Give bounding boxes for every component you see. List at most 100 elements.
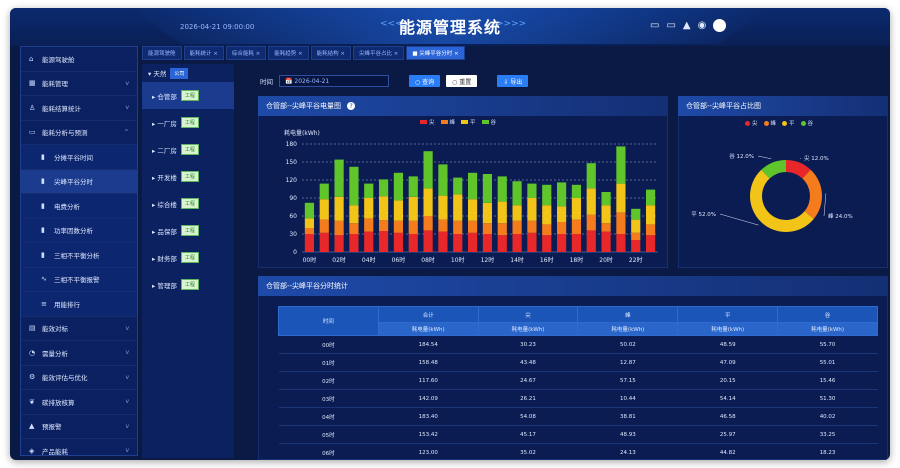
sidebar-item[interactable]: ⌂ 能源驾驶舱	[21, 47, 137, 72]
tree-node[interactable]: ▸ 开发楼 工程	[142, 163, 234, 190]
sidebar-item[interactable]: ❦ 碳排放核算 v	[21, 390, 137, 415]
tab-item[interactable]: 能源驾驶舱	[142, 46, 182, 60]
table-cell: 46.58	[677, 407, 778, 426]
table-cell: 38.81	[577, 407, 678, 426]
sidebar-item[interactable]: ▭ 能耗分析与预测 ^	[21, 121, 137, 145]
bar-segment-平	[542, 205, 552, 225]
tab-item[interactable]: 尖峰平谷占比 ×	[352, 46, 405, 60]
table-cell: 51.30	[777, 389, 878, 408]
table-cell: 48.59	[677, 335, 778, 354]
chevron-down-icon: v	[125, 398, 129, 406]
chevron-up-icon: ^	[123, 128, 129, 136]
x-tick-label: 12时	[481, 256, 495, 264]
tree-node[interactable]: ▸ 综合楼 工程	[142, 190, 234, 217]
sidebar-item[interactable]: ◈ 产品能耗 v	[21, 439, 137, 460]
avatar[interactable]	[713, 19, 727, 32]
query-button[interactable]: ○ 查询	[409, 75, 441, 87]
sidebar-item-label: 三相不平衡分析	[54, 251, 100, 260]
title-arrows-right: >>>>	[496, 19, 527, 29]
table-cell: 24.67	[478, 371, 578, 390]
sidebar-item[interactable]: ∿ 三相不平衡报警	[21, 267, 137, 292]
display-icon[interactable]: ▭	[666, 20, 675, 31]
tree-node-label: ▸ 管理部	[152, 281, 177, 290]
sidebar-item[interactable]: ▮ 三相不平衡分析	[21, 243, 137, 268]
tree-node-badge: 工程	[180, 144, 199, 155]
tab-item[interactable]: 能耗趋势 ×	[268, 46, 309, 60]
bar-segment-峰	[497, 223, 507, 236]
sidebar-item-label: 能耗结算统计	[42, 104, 81, 113]
bar-segment-平	[467, 199, 478, 221]
bar-segment-尖	[334, 235, 344, 252]
bar-segment-谷	[349, 166, 359, 206]
bar-segment-平	[438, 195, 448, 220]
bar-segment-峰	[571, 219, 582, 234]
sidebar-item-label: 能效评估与优化	[42, 374, 88, 383]
y-tick-label: 90	[289, 195, 297, 202]
tab-item[interactable]: 综合能耗 ×	[225, 46, 267, 60]
sidebar-item[interactable]: ⚙ 能效评估与优化 v	[21, 366, 137, 390]
tab-item[interactable]: 能耗统计 ×	[183, 46, 224, 60]
tree-node[interactable]: ▸ 一厂房 工程	[142, 109, 234, 136]
sidebar-item[interactable]: ▮ 电费分析	[21, 194, 137, 219]
bar-segment-峰	[393, 220, 404, 233]
donut-data-label: 尖 12.0%	[804, 154, 829, 162]
tree-root-badge: 公司	[170, 67, 189, 79]
list-icon: ≡	[41, 299, 47, 308]
table-cell: 35.02	[478, 443, 578, 460]
bar-segment-峰	[453, 220, 463, 234]
sidebar-item[interactable]: ▤ 能效对标 v	[21, 317, 137, 341]
export-button[interactable]: ⇩ 导出	[497, 75, 529, 87]
tab-item[interactable]: ■ 尖峰平谷分时 ×	[406, 46, 465, 60]
bar-segment-尖	[364, 231, 374, 252]
sidebar-item-label: 产品能耗	[42, 447, 68, 456]
monitor-icon[interactable]: ▭	[650, 20, 659, 31]
sidebar-item[interactable]: ◔ 需量分析 v	[21, 341, 137, 366]
wave-icon: ∿	[41, 275, 47, 284]
sidebar-item-label: 碳排放核算	[42, 398, 75, 407]
column-subheader: 耗电量(kWh)	[777, 322, 878, 336]
bar-segment-谷	[304, 202, 315, 219]
tree-node[interactable]: ▸ 财务部 工程	[142, 244, 234, 271]
chevron-down-icon: v	[125, 349, 129, 357]
tree-node[interactable]: ▸ 二厂房 工程	[142, 136, 234, 163]
bar-segment-平	[631, 219, 641, 233]
sidebar-item[interactable]: ♙ 能耗结算统计 v	[21, 96, 137, 121]
sidebar-item[interactable]: ▮ 功率因数分析	[21, 218, 137, 243]
bell-icon: ▲	[29, 422, 35, 431]
theme-icon[interactable]: ◉	[698, 20, 707, 31]
table-cell: 40.02	[777, 407, 878, 426]
donut-chart: 尖 12.0% 峰 24.0% 平 52.0% 谷 12.0%	[691, 152, 853, 233]
bar-segment-峰	[423, 216, 433, 231]
bar-segment-谷	[631, 208, 641, 220]
bar-chart-icon: ▮	[41, 177, 45, 186]
sidebar-item[interactable]: ▮ 分摊平谷时间	[21, 145, 137, 170]
sidebar-item[interactable]: ▮ 尖峰平谷分时	[21, 169, 137, 194]
bar-segment-峰	[349, 223, 359, 234]
book-icon: ▤	[29, 324, 36, 333]
notification-bell-icon[interactable]: ▲	[683, 20, 691, 31]
box-icon: ◈	[29, 446, 35, 455]
tree-node[interactable]: ▸ 仓管部 工程	[142, 82, 234, 109]
tree-node-label: ▸ 二厂房	[152, 146, 177, 155]
date-picker-input[interactable]: 📅 2026-04-21	[279, 75, 389, 87]
sidebar-item[interactable]: ▲ 预报警 v	[21, 415, 137, 439]
tree-node[interactable]: ▸ 品保部 工程	[142, 217, 234, 244]
info-icon[interactable]: ?	[347, 102, 356, 110]
top-icon-group: ▭ ▭ ▲ ◉	[650, 19, 727, 32]
x-tick-label: 02时	[332, 256, 346, 264]
bar-segment-平	[527, 198, 537, 221]
sidebar-item-label: 功率因数分析	[54, 227, 93, 236]
sidebar-item[interactable]: ≡ 用能排行	[21, 292, 137, 317]
column-header: 时间	[278, 306, 379, 336]
table-cell: 57.15	[577, 371, 678, 390]
table-cell: 33.25	[777, 425, 878, 444]
tree-node-badge: 工程	[180, 117, 199, 128]
tree-root[interactable]: ▾ 天然 公司	[142, 64, 234, 82]
tab-item[interactable]: 能耗结构 ×	[310, 46, 351, 60]
reset-button[interactable]: ○ 重置	[446, 75, 478, 87]
table-cell: 06时	[278, 443, 379, 460]
sidebar-item[interactable]: ▦ 能耗管理 v	[21, 72, 137, 96]
bar-segment-峰	[645, 224, 656, 236]
bar-segment-峰	[319, 219, 329, 233]
tree-node[interactable]: ▸ 管理部 工程	[142, 271, 234, 298]
